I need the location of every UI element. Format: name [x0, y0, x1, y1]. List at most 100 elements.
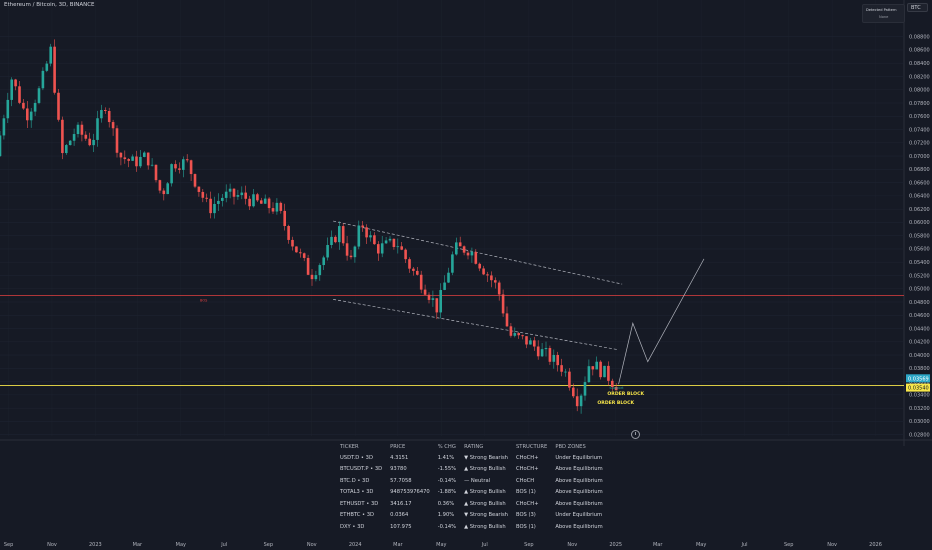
candle-body	[37, 88, 41, 103]
candle-body	[295, 246, 298, 253]
x-tick-label: Jul	[220, 542, 227, 548]
level-price-value: 0.03540	[908, 386, 929, 392]
candle-body	[490, 275, 493, 281]
candle-body	[404, 249, 407, 260]
candle-body	[318, 265, 322, 276]
rating-cell: ▲ Strong Bullish	[464, 489, 506, 496]
rating-cell: — Neutral	[464, 477, 491, 484]
candle-body	[123, 157, 127, 160]
candle-body	[302, 253, 306, 258]
candle-body	[306, 257, 310, 275]
x-tick-label: May	[176, 542, 186, 548]
symbol-button[interactable]: BTC	[907, 3, 928, 12]
candle-body	[197, 186, 201, 192]
candle-body	[552, 354, 556, 362]
y-tick-label: 0.07400	[909, 127, 930, 133]
candle-body	[260, 200, 263, 204]
x-tick-label: Jul	[741, 542, 748, 548]
candle-body	[283, 210, 286, 227]
y-tick-label: 0.02800	[909, 432, 930, 438]
candle-body	[338, 226, 341, 243]
candle-body	[263, 198, 267, 204]
candle-body	[248, 198, 251, 207]
col-structure: STRUCTURE	[515, 444, 548, 450]
order-block-label: ORDER BLOCK	[607, 391, 644, 397]
candle-body	[287, 226, 290, 240]
candle-body	[478, 263, 481, 269]
candle-body	[240, 192, 244, 196]
candle-body	[568, 371, 571, 388]
candle-body	[419, 274, 423, 290]
candle-body	[213, 203, 216, 214]
pattern-label: Detected Pattern	[866, 8, 897, 12]
price-cell: 57.7058	[390, 477, 412, 484]
y-tick-label: 0.05600	[909, 247, 930, 253]
y-tick-label: 0.07600	[909, 114, 930, 120]
structure-cell: BOS (3)	[515, 512, 536, 519]
candle-body	[345, 243, 349, 256]
candle-body	[236, 195, 240, 197]
candle-body	[412, 268, 415, 271]
pattern-value: None	[879, 15, 889, 19]
candle-body	[92, 139, 95, 146]
candle-body	[104, 110, 107, 111]
x-tick-label: Sep	[524, 542, 533, 548]
candle-body	[466, 252, 470, 256]
y-tick-label: 0.06400	[909, 194, 930, 200]
candle-body	[178, 168, 181, 170]
col-price: PRICE	[390, 444, 406, 450]
candle-body	[572, 387, 575, 397]
structure-cell: CHoCH+	[515, 466, 539, 473]
candle-body	[232, 188, 236, 197]
candle-body	[603, 365, 606, 378]
candle-body	[536, 346, 540, 357]
candle-body	[455, 242, 458, 255]
candle-body	[435, 298, 439, 313]
candle-body	[388, 238, 392, 241]
bos-label: BOS	[200, 298, 208, 302]
candle-body	[143, 152, 146, 157]
candle-body	[224, 191, 228, 198]
x-tick-label: Nov	[827, 542, 837, 548]
candle-body	[599, 361, 602, 378]
candle-body	[517, 333, 520, 336]
y-tick-label: 0.08800	[909, 34, 930, 40]
ticker-cell: BTC.D • 3D	[340, 477, 370, 484]
candle-body	[380, 243, 384, 254]
y-tick-label: 0.03800	[909, 366, 930, 372]
candle-body	[146, 152, 150, 166]
candle-body	[185, 159, 189, 161]
candle-body	[174, 164, 177, 169]
zone-cell: Above Equilibrium	[555, 489, 603, 496]
x-tick-label: Sep	[264, 542, 273, 548]
rating-cell: ▲ Strong Bullish	[464, 500, 506, 507]
candle-body	[595, 361, 598, 370]
price-cell: 948753976470	[390, 489, 430, 496]
candle-body	[548, 348, 552, 362]
price-cell: 93780	[390, 466, 407, 473]
col-chg: % CHG	[437, 444, 456, 450]
rating-cell: ▼ Strong Bearish	[464, 512, 508, 519]
y-tick-label: 0.04400	[909, 326, 930, 332]
candle-body	[353, 246, 357, 258]
y-tick-label: 0.06200	[909, 207, 930, 213]
x-tick-label: Jul	[481, 542, 488, 548]
y-tick-label: 0.08200	[909, 74, 930, 80]
candle-body	[84, 134, 88, 139]
x-tick-label: 2024	[349, 542, 362, 548]
candle-body	[150, 164, 154, 166]
timezone-clock-icon[interactable]	[631, 430, 640, 439]
y-tick-label: 0.06800	[909, 167, 930, 173]
candle-body	[369, 235, 372, 238]
candle-body	[560, 365, 563, 372]
candle-body	[505, 313, 509, 327]
table-row: BTCUSDT.P • 3D 93780 -1.55% ▲ Strong Bullis…	[336, 464, 607, 476]
candle-body	[439, 289, 442, 313]
y-tick-label: 0.05200	[909, 273, 930, 279]
candle-body	[451, 254, 454, 273]
candle-body	[10, 79, 13, 100]
candle-body	[431, 298, 435, 300]
y-tick-label: 0.04200	[909, 340, 930, 346]
candle-body	[244, 192, 247, 199]
candle-body	[462, 246, 466, 253]
